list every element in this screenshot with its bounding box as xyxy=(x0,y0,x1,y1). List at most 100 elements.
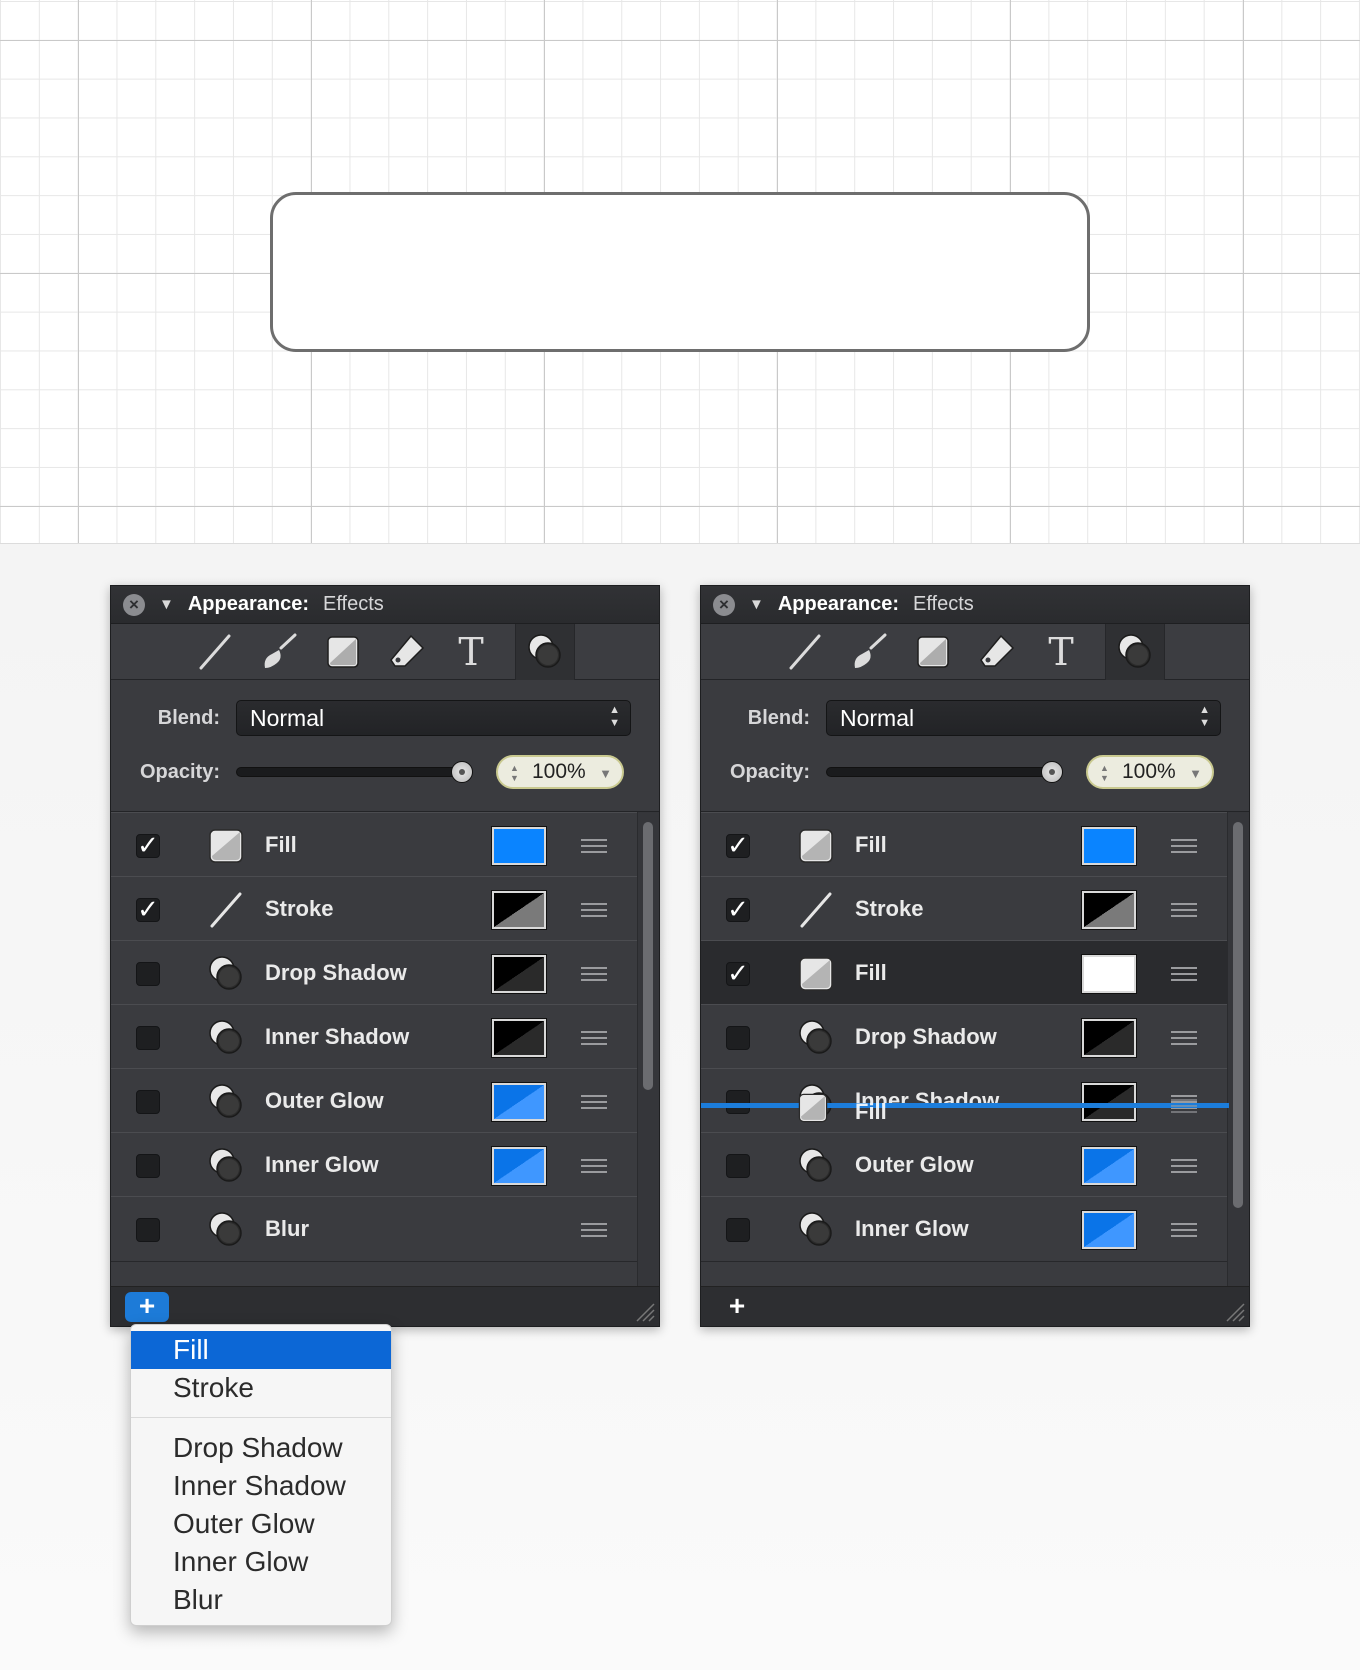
resize-grip-icon[interactable] xyxy=(633,1300,655,1322)
effect-row[interactable]: ✓ Fill xyxy=(701,812,1229,878)
add-effect-button[interactable]: + xyxy=(715,1292,759,1322)
close-icon[interactable]: × xyxy=(123,593,145,616)
effect-row[interactable]: Drop Shadow xyxy=(111,940,639,1006)
opacity-slider[interactable] xyxy=(236,761,473,783)
color-swatch[interactable] xyxy=(1082,1147,1136,1185)
effect-enabled-checkbox[interactable] xyxy=(726,1218,750,1242)
drag-handle-icon[interactable] xyxy=(581,1031,607,1046)
drag-handle-icon[interactable] xyxy=(581,1095,607,1110)
rounded-rectangle-shape[interactable] xyxy=(270,192,1090,352)
drag-handle-icon[interactable] xyxy=(581,967,607,982)
drag-handle-icon[interactable] xyxy=(581,1159,607,1174)
menu-item-outer-glow[interactable]: Outer Glow xyxy=(131,1505,391,1543)
menu-item-stroke[interactable]: Stroke xyxy=(131,1369,391,1407)
effect-enabled-checkbox[interactable] xyxy=(726,1154,750,1178)
disclosure-triangle-icon[interactable]: ▼ xyxy=(749,596,764,613)
effect-row[interactable]: Drop Shadow xyxy=(701,1004,1229,1070)
effect-row[interactable]: Inner Shadow xyxy=(701,1068,1229,1134)
effects-tool-icon[interactable] xyxy=(1105,623,1165,680)
effect-enabled-checkbox[interactable] xyxy=(726,1026,750,1050)
scrollbar[interactable] xyxy=(637,812,659,1288)
color-swatch[interactable] xyxy=(1082,1083,1136,1121)
drag-handle-icon[interactable] xyxy=(1171,1031,1197,1046)
effect-enabled-checkbox[interactable]: ✓ xyxy=(136,832,160,858)
effect-row[interactable]: ✓ Stroke xyxy=(111,876,639,942)
effect-enabled-checkbox[interactable]: ✓ xyxy=(726,960,750,986)
effect-row[interactable]: Inner Glow xyxy=(701,1196,1229,1262)
opacity-slider[interactable] xyxy=(826,761,1063,783)
effect-row[interactable]: ✓ Fill xyxy=(111,812,639,878)
drag-handle-icon[interactable] xyxy=(1171,839,1197,854)
scrollbar[interactable] xyxy=(1227,812,1249,1288)
chevron-down-icon[interactable]: ▼ xyxy=(1189,766,1202,781)
blend-mode-select[interactable]: Normal ▲ ▼ xyxy=(236,700,631,736)
square-tool-icon[interactable] xyxy=(323,632,363,672)
scrollbar-thumb[interactable] xyxy=(1233,822,1243,1208)
square-tool-icon[interactable] xyxy=(913,632,953,672)
color-swatch[interactable] xyxy=(492,1019,546,1057)
menu-item-fill[interactable]: Fill xyxy=(131,1331,391,1369)
menu-item-inner-shadow[interactable]: Inner Shadow xyxy=(131,1467,391,1505)
color-swatch[interactable] xyxy=(1082,1211,1136,1249)
brush-tool-icon[interactable] xyxy=(849,632,889,672)
disclosure-triangle-icon[interactable]: ▼ xyxy=(159,596,174,613)
drag-handle-icon[interactable] xyxy=(1171,967,1197,982)
effect-enabled-checkbox[interactable]: ✓ xyxy=(136,896,160,922)
text-tool-icon[interactable]: T xyxy=(451,632,491,672)
color-swatch[interactable] xyxy=(492,827,546,865)
color-swatch[interactable] xyxy=(1082,891,1136,929)
effects-tool-icon[interactable] xyxy=(515,623,575,680)
opacity-slider-knob[interactable] xyxy=(451,761,473,783)
eraser-tool-icon[interactable] xyxy=(387,632,427,672)
effect-enabled-checkbox[interactable] xyxy=(136,1026,160,1050)
chevron-down-icon[interactable]: ▼ xyxy=(599,766,612,781)
color-swatch[interactable] xyxy=(492,955,546,993)
effect-enabled-checkbox[interactable] xyxy=(136,962,160,986)
drag-handle-icon[interactable] xyxy=(1171,903,1197,918)
opacity-field[interactable]: ▲ ▼ 100% ▼ xyxy=(496,755,624,789)
effect-enabled-checkbox[interactable]: ✓ xyxy=(726,896,750,922)
color-swatch[interactable] xyxy=(492,1083,546,1121)
effect-enabled-checkbox[interactable] xyxy=(136,1090,160,1114)
scrollbar-thumb[interactable] xyxy=(643,822,653,1090)
effect-enabled-checkbox[interactable] xyxy=(136,1154,160,1178)
menu-item-drop-shadow[interactable]: Drop Shadow xyxy=(131,1429,391,1467)
drag-handle-icon[interactable] xyxy=(581,1223,607,1238)
color-swatch[interactable] xyxy=(1082,827,1136,865)
line-tool-icon[interactable] xyxy=(195,632,235,672)
resize-grip-icon[interactable] xyxy=(1223,1300,1245,1322)
design-canvas[interactable] xyxy=(0,0,1360,544)
drag-handle-icon[interactable] xyxy=(581,839,607,854)
opacity-slider-knob[interactable] xyxy=(1041,761,1063,783)
effect-row[interactable]: Inner Glow xyxy=(111,1132,639,1198)
stepper-icon[interactable]: ▲ ▼ xyxy=(510,763,519,783)
effect-row[interactable]: Outer Glow xyxy=(701,1132,1229,1198)
text-tool-icon[interactable]: T xyxy=(1041,632,1081,672)
effect-row[interactable]: Blur xyxy=(111,1196,639,1262)
blend-mode-select[interactable]: Normal ▲ ▼ xyxy=(826,700,1221,736)
stepper-icon[interactable]: ▲ ▼ xyxy=(1100,763,1109,783)
close-icon[interactable]: × xyxy=(713,593,735,616)
color-swatch[interactable] xyxy=(1082,955,1136,993)
brush-tool-icon[interactable] xyxy=(259,632,299,672)
effect-row[interactable]: ✓ Fill xyxy=(701,940,1229,1006)
menu-item-inner-glow[interactable]: Inner Glow xyxy=(131,1543,391,1581)
effect-row[interactable]: Inner Shadow xyxy=(111,1004,639,1070)
effect-row[interactable]: ✓ Stroke xyxy=(701,876,1229,942)
color-swatch[interactable] xyxy=(1082,1019,1136,1057)
color-swatch[interactable] xyxy=(492,891,546,929)
line-tool-icon[interactable] xyxy=(785,632,825,672)
effect-enabled-checkbox[interactable] xyxy=(136,1218,160,1242)
effect-icon xyxy=(206,1082,246,1122)
effect-row[interactable]: Outer Glow xyxy=(111,1068,639,1134)
drag-handle-icon[interactable] xyxy=(581,903,607,918)
opacity-field[interactable]: ▲ ▼ 100% ▼ xyxy=(1086,755,1214,789)
add-effect-button[interactable]: + xyxy=(125,1292,169,1322)
effect-enabled-checkbox[interactable]: ✓ xyxy=(726,832,750,858)
color-swatch[interactable] xyxy=(492,1147,546,1185)
effect-enabled-checkbox[interactable] xyxy=(726,1090,750,1114)
drag-handle-icon[interactable] xyxy=(1171,1223,1197,1238)
eraser-tool-icon[interactable] xyxy=(977,632,1017,672)
menu-item-blur[interactable]: Blur xyxy=(131,1581,391,1619)
drag-handle-icon[interactable] xyxy=(1171,1159,1197,1174)
